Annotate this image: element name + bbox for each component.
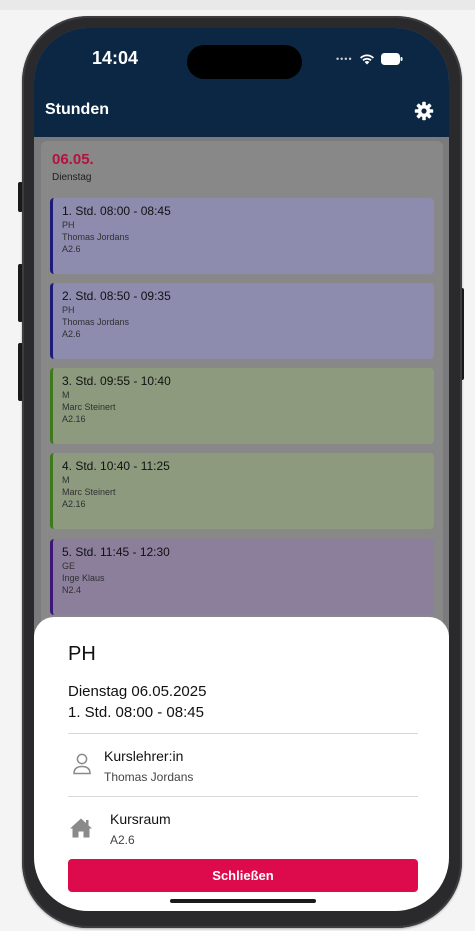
room-value: A2.6 <box>110 833 135 847</box>
lesson-room: A2.6 <box>62 244 81 254</box>
day-date: 06.05. <box>52 151 94 168</box>
lesson-card[interactable]: 5. Std. 11:45 - 12:30 GE Inge Klaus N2.4 <box>50 539 434 615</box>
lesson-teacher: Thomas Jordans <box>62 232 130 242</box>
sheet-date: Dienstag 06.05.2025 <box>68 683 207 700</box>
divider <box>68 796 418 797</box>
lesson-card[interactable]: 3. Std. 09:55 - 10:40 M Marc Steinert A2… <box>50 368 434 444</box>
sheet-subject: PH <box>68 643 96 665</box>
teacher-value: Thomas Jordans <box>104 770 194 784</box>
lesson-time: 4. Std. 10:40 - 11:25 <box>62 459 170 473</box>
gear-icon[interactable] <box>414 101 434 121</box>
lesson-subject: PH <box>62 305 75 315</box>
close-button[interactable]: Schließen <box>68 859 418 892</box>
divider <box>68 733 418 734</box>
lesson-room: A2.16 <box>62 414 86 424</box>
lesson-time: 2. Std. 08:50 - 09:35 <box>62 289 171 303</box>
lesson-room: A2.16 <box>62 499 86 509</box>
lesson-subject: GE <box>62 561 76 571</box>
home-indicator[interactable] <box>170 899 316 903</box>
lesson-teacher: Marc Steinert <box>62 487 116 497</box>
app-header: 14:04 •••• Stunden <box>34 28 449 137</box>
sheet-date-block: Dienstag 06.05.2025 1. Std. 08:00 - 08:4… <box>68 681 206 723</box>
page-title: Stunden <box>45 101 109 118</box>
lesson-card[interactable]: 2. Std. 08:50 - 09:35 PH Thomas Jordans … <box>50 283 434 359</box>
house-icon <box>69 817 93 839</box>
lesson-teacher: Inge Klaus <box>62 573 105 583</box>
wifi-icon <box>359 53 375 65</box>
sheet-period: 1. Std. 08:00 - 08:45 <box>68 704 204 721</box>
day-weekday: Dienstag <box>52 172 92 183</box>
room-label: Kursraum <box>110 811 171 827</box>
lesson-subject: PH <box>62 220 75 230</box>
status-icons: •••• <box>336 52 403 66</box>
status-time: 14:04 <box>92 48 139 68</box>
lesson-teacher: Marc Steinert <box>62 402 116 412</box>
lesson-subject: M <box>62 475 70 485</box>
lesson-room: A2.6 <box>62 329 81 339</box>
teacher-label: Kurslehrer:in <box>104 748 184 764</box>
lesson-room: N2.4 <box>62 585 82 595</box>
day-card: 06.05. Dienstag 1. Std. 08:00 - 08:45 PH… <box>41 141 443 661</box>
signal-icon: •••• <box>336 54 353 64</box>
lesson-time: 5. Std. 11:45 - 12:30 <box>62 545 170 559</box>
lesson-time: 1. Std. 08:00 - 08:45 <box>62 204 171 218</box>
lesson-card[interactable]: 1. Std. 08:00 - 08:45 PH Thomas Jordans … <box>50 198 434 274</box>
schedule-content[interactable]: 06.05. Dienstag 1. Std. 08:00 - 08:45 PH… <box>34 137 449 661</box>
lesson-teacher: Thomas Jordans <box>62 317 130 327</box>
dynamic-island <box>187 45 302 79</box>
phone-screen: 14:04 •••• Stunden 06.05. Dienstag 1. St… <box>34 28 449 911</box>
lesson-detail-sheet: PH Dienstag 06.05.2025 1. Std. 08:00 - 0… <box>34 617 449 911</box>
window-top-strip <box>0 0 475 10</box>
battery-icon <box>380 53 403 65</box>
lesson-subject: M <box>62 390 70 400</box>
lesson-time: 3. Std. 09:55 - 10:40 <box>62 374 171 388</box>
lesson-card[interactable]: 4. Std. 10:40 - 11:25 M Marc Steinert A2… <box>50 453 434 529</box>
person-icon <box>72 753 92 775</box>
